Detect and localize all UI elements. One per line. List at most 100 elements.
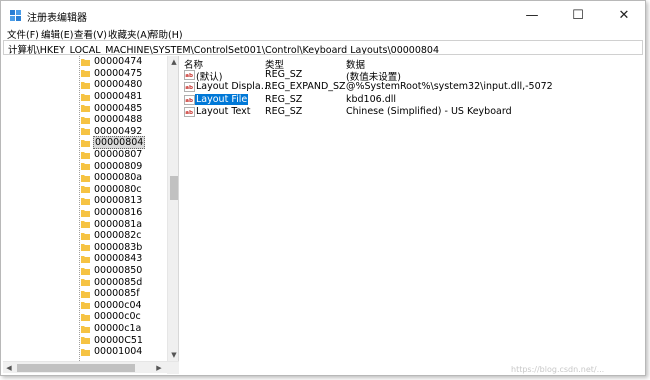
folder-icon xyxy=(81,313,90,321)
close-button[interactable]: ✕ xyxy=(601,1,647,29)
watermark: https://blog.csdn.net/... xyxy=(511,365,605,374)
tree-item[interactable]: 00000485 xyxy=(81,102,143,114)
folder-icon xyxy=(81,290,90,298)
tree-item[interactable]: 0000080a xyxy=(81,172,143,184)
tree-item[interactable]: 00000c1a xyxy=(81,323,142,335)
value-data: @%SystemRoot%\system32\input.dll,-5072 xyxy=(346,81,553,93)
folder-icon xyxy=(81,244,90,252)
tree-item-label: 00000492 xyxy=(94,125,143,137)
folder-icon xyxy=(81,325,90,333)
tree-item-label: 0000080a xyxy=(94,172,143,184)
tree-item[interactable]: 00000816 xyxy=(81,207,143,219)
tree-item[interactable]: 00001004 xyxy=(81,346,143,358)
folder-icon xyxy=(81,232,90,240)
folder-icon xyxy=(81,93,90,101)
tree-item-label: 00000850 xyxy=(94,265,143,277)
value-row[interactable]: ab Layout File REG_SZ kbd106.dll xyxy=(182,93,642,106)
svg-text:ab: ab xyxy=(185,73,193,79)
menu-view[interactable]: 查看(V) xyxy=(74,27,107,41)
folder-icon xyxy=(81,209,90,217)
tree-item[interactable]: 00000850 xyxy=(81,265,143,277)
tree-item-label: 00000807 xyxy=(94,149,143,161)
maximize-button[interactable]: ☐ xyxy=(555,1,601,29)
value-list-pane: 名称 类型 数据 ab (默认) REG_SZ (数值未设置) ab Layout Dis… xyxy=(182,56,643,373)
tree-item[interactable]: 00000481 xyxy=(81,91,143,103)
value-row[interactable]: ab Layout Text REG_SZ Chinese (Simplified) … xyxy=(182,106,642,118)
menu-favorites[interactable]: 收藏夹(A) xyxy=(108,27,150,41)
tree-item[interactable]: 00000492 xyxy=(81,126,143,138)
tree-item[interactable]: 00000474 xyxy=(81,56,143,68)
string-value-icon: ab xyxy=(184,94,195,105)
scroll-right-icon[interactable]: ▶ xyxy=(153,362,165,374)
folder-icon xyxy=(81,302,90,310)
horizontal-scroll-thumb[interactable] xyxy=(17,364,135,372)
tree-item-label: 00000474 xyxy=(94,56,143,68)
tree-vertical-scrollbar[interactable]: ▲ ▼ xyxy=(167,56,178,361)
close-icon: ✕ xyxy=(618,7,630,23)
tree-item[interactable]: 00000809 xyxy=(81,160,143,172)
folder-icon xyxy=(81,348,90,356)
tree-item-label: 00000843 xyxy=(94,253,143,265)
folder-icon xyxy=(81,58,90,66)
menu-edit[interactable]: 编辑(E) xyxy=(41,27,73,41)
tree-item[interactable]: 0000081a xyxy=(81,218,143,230)
minimize-icon: — xyxy=(525,7,539,23)
folder-icon xyxy=(81,151,90,159)
value-name: Layout File xyxy=(195,93,249,105)
menu-bar: 文件(F) 编辑(E) 查看(V) 收藏夹(A) 帮助(H) xyxy=(1,26,645,41)
address-bar[interactable]: 计算机\HKEY_LOCAL_MACHINE\SYSTEM\ControlSet… xyxy=(3,40,643,55)
svg-text:ab: ab xyxy=(185,98,193,104)
tree-item-label: 0000085f xyxy=(94,288,140,300)
scroll-left-icon[interactable]: ◀ xyxy=(3,362,15,374)
tree-item[interactable]: 00000813 xyxy=(81,195,143,207)
value-type: REG_SZ xyxy=(265,69,303,80)
tree-item[interactable]: 00000c04 xyxy=(81,300,143,312)
window-title: 注册表编辑器 xyxy=(27,13,87,24)
folder-icon xyxy=(81,186,90,194)
tree-item[interactable]: 0000083b xyxy=(81,242,143,254)
value-type: REG_EXPAND_SZ xyxy=(265,81,346,93)
tree-item[interactable]: 0000085d xyxy=(81,276,143,288)
tree-item-label: 00000813 xyxy=(94,195,143,207)
tree-item-label: 0000085d xyxy=(94,276,143,288)
tree-item[interactable]: 0000085f xyxy=(81,288,141,300)
folder-icon xyxy=(81,337,90,345)
tree-item[interactable]: 00000843 xyxy=(81,253,143,265)
value-data: kbd106.dll xyxy=(346,93,397,105)
svg-text:ab: ab xyxy=(185,110,193,116)
tree-item-label: 0000080c xyxy=(94,183,142,195)
folder-icon xyxy=(81,255,90,263)
tree-horizontal-scrollbar[interactable]: ◀ ▶ xyxy=(3,361,179,374)
minimize-button[interactable]: — xyxy=(509,1,555,29)
registry-editor-app-icon xyxy=(10,10,21,21)
scroll-up-icon[interactable]: ▲ xyxy=(168,56,178,68)
folder-icon xyxy=(81,221,90,229)
tree-item[interactable]: 0000082c xyxy=(81,230,143,242)
value-name: Layout Text xyxy=(196,105,251,117)
tree-item-label: 00000481 xyxy=(94,91,143,103)
menu-help[interactable]: 帮助(H) xyxy=(149,27,183,41)
tree-item[interactable]: 00000488 xyxy=(81,114,143,126)
svg-text:ab: ab xyxy=(185,85,193,91)
tree-item[interactable]: 00000804 xyxy=(81,136,146,150)
folder-icon xyxy=(81,267,90,275)
tree-item-label: 00000809 xyxy=(94,160,143,172)
string-value-icon: ab xyxy=(184,82,195,93)
tree-item-label: 00000475 xyxy=(94,67,143,79)
menu-file[interactable]: 文件(F) xyxy=(7,27,39,41)
tree-item-label: 00000485 xyxy=(94,102,143,114)
value-type: REG_SZ xyxy=(265,105,303,117)
tree-item[interactable]: 0000080c xyxy=(81,184,143,196)
tree-item[interactable]: 00000c0c xyxy=(81,311,142,323)
scroll-down-icon[interactable]: ▼ xyxy=(168,349,178,361)
value-row[interactable]: ab (默认) REG_SZ (数值未设置) xyxy=(182,69,642,83)
folder-icon xyxy=(81,163,90,171)
scroll-thumb[interactable] xyxy=(170,176,178,200)
tree-item[interactable]: 00000475 xyxy=(81,68,143,80)
folder-icon xyxy=(81,70,90,78)
tree-item[interactable]: 00000C51 xyxy=(81,334,144,346)
value-row[interactable]: ab Layout Display ... REG_EXPAND_SZ @%Syste… xyxy=(182,81,642,93)
folder-icon xyxy=(81,116,90,124)
tree-item[interactable]: 00000480 xyxy=(81,79,143,91)
tree-item[interactable]: 00000807 xyxy=(81,149,143,161)
